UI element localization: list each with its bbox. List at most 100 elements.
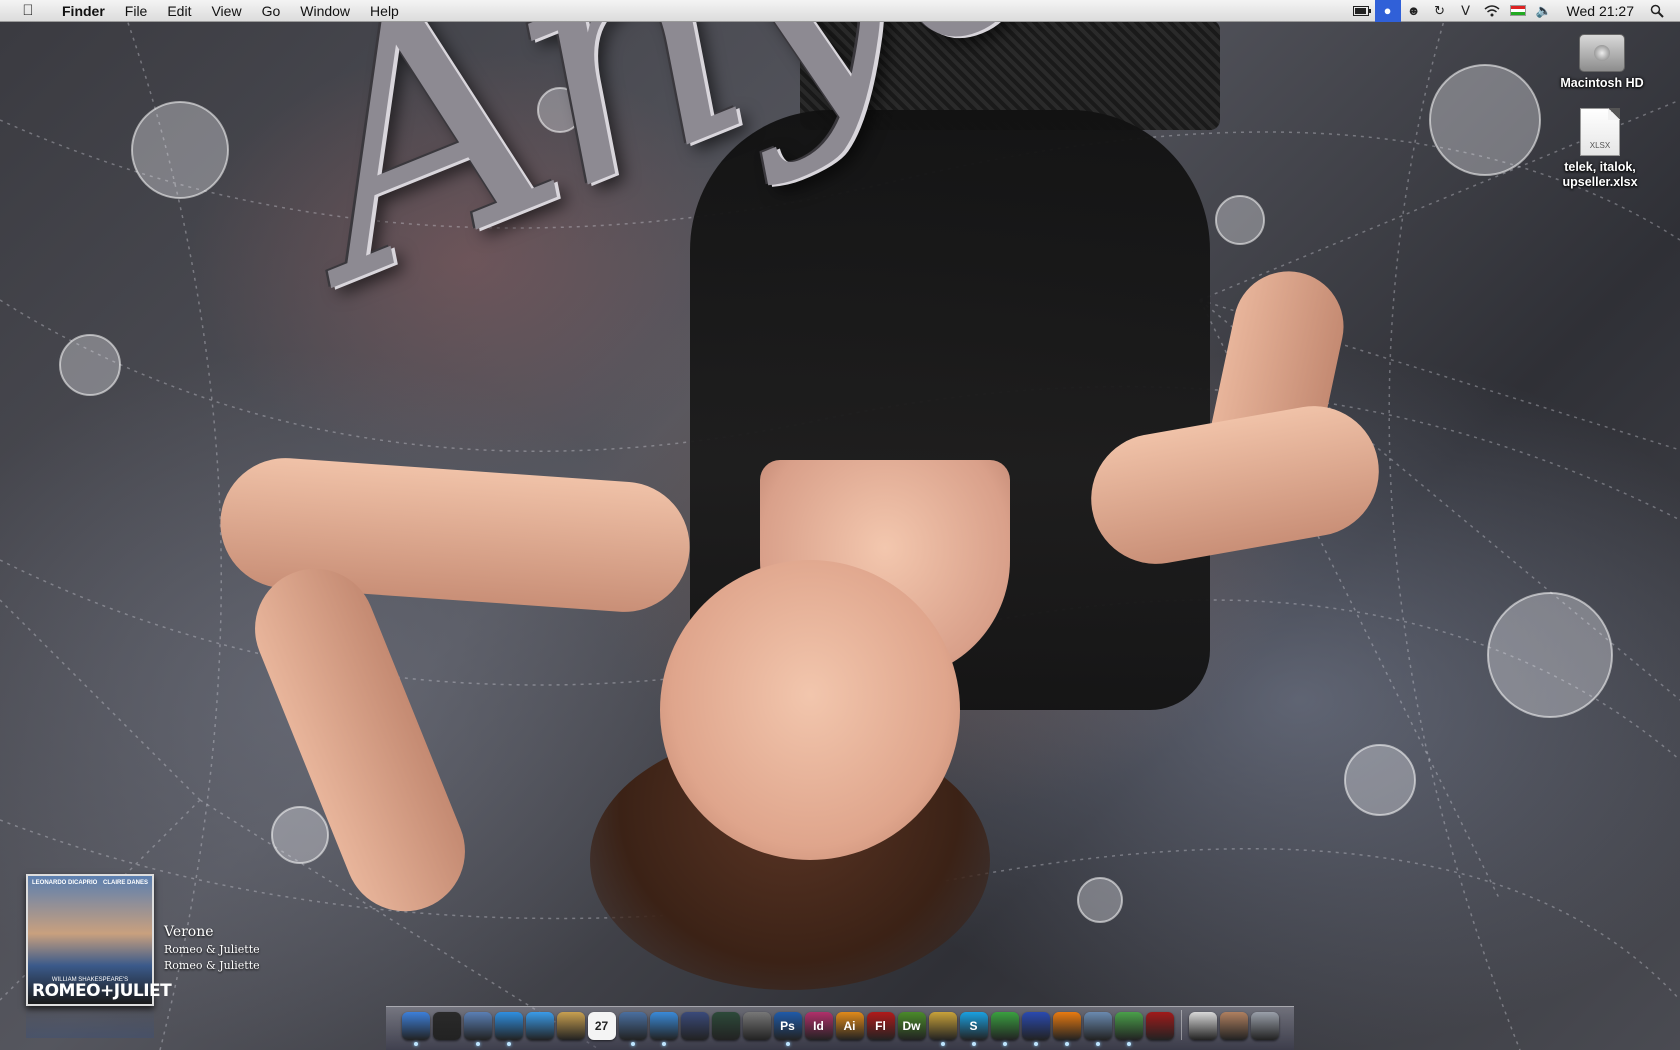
apple-icon[interactable]:  xyxy=(18,2,38,19)
dock-item-time-machine[interactable] xyxy=(711,1012,740,1046)
trash-icon[interactable] xyxy=(1250,1012,1279,1040)
dock-item-safari[interactable] xyxy=(494,1012,523,1046)
dock-item-ichat[interactable] xyxy=(525,1012,554,1046)
dock: 27 Ps Id Ai Fl Dw S xyxy=(386,1006,1294,1050)
alien-icon[interactable]: ☻ xyxy=(1401,0,1427,22)
alien-app-icon[interactable] xyxy=(1114,1012,1143,1040)
dock-item-finder[interactable] xyxy=(401,1012,430,1046)
vlc-icon[interactable] xyxy=(1052,1012,1081,1040)
poster-credit-left: LEONARDO DICAPRIO xyxy=(32,880,98,886)
running-indicator xyxy=(538,1042,542,1046)
spaces-icon[interactable] xyxy=(680,1012,709,1040)
downloads-stack-icon[interactable] xyxy=(1219,1012,1248,1040)
finder-icon[interactable] xyxy=(401,1012,430,1040)
safari-icon[interactable] xyxy=(494,1012,523,1040)
dock-item-documents-stack[interactable] xyxy=(1188,1012,1217,1046)
dock-item-cyberduck[interactable] xyxy=(928,1012,957,1046)
ichat-icon[interactable] xyxy=(525,1012,554,1040)
menu-edit[interactable]: Edit xyxy=(157,0,201,22)
menu-bar:  Finder File Edit View Go Window Help ●… xyxy=(0,0,1680,22)
hard-drive-icon[interactable] xyxy=(1579,34,1625,72)
dock-item-iphoto[interactable] xyxy=(618,1012,647,1046)
running-indicator xyxy=(1263,1042,1267,1046)
dock-item-alien-app[interactable] xyxy=(1114,1012,1143,1046)
menu-view[interactable]: View xyxy=(201,0,251,22)
menu-finder[interactable]: Finder xyxy=(52,0,115,22)
running-indicator xyxy=(817,1042,821,1046)
menu-clock[interactable]: Wed 21:27 xyxy=(1557,3,1644,19)
ical-icon[interactable]: 27 xyxy=(587,1012,616,1040)
dock-item-acrobat[interactable] xyxy=(1145,1012,1174,1046)
wizard-icon[interactable] xyxy=(1021,1012,1050,1040)
running-indicator xyxy=(724,1042,728,1046)
spotlight-app-icon[interactable]: ● xyxy=(1374,0,1401,22)
dock-item-itunes[interactable] xyxy=(649,1012,678,1046)
dock-item-ical[interactable]: 27 xyxy=(587,1012,616,1046)
indesign-icon[interactable]: Id xyxy=(804,1012,833,1040)
running-indicator xyxy=(848,1042,852,1046)
hungarian-flag-icon[interactable] xyxy=(1505,0,1531,22)
wallpaper-figure-face xyxy=(660,560,960,860)
time-machine-icon[interactable]: ↻ xyxy=(1427,0,1453,22)
menu-extras: ● ☻ ↻ ᐯ 🔈 Wed 21:27 xyxy=(1349,0,1680,22)
dock-item-dashboard[interactable] xyxy=(432,1012,461,1046)
bluetooth-icon[interactable]: ᐯ xyxy=(1453,0,1479,22)
mail-icon[interactable] xyxy=(463,1012,492,1040)
itunes-icon[interactable] xyxy=(649,1012,678,1040)
photoshop-icon[interactable]: Ps xyxy=(773,1012,802,1040)
running-indicator xyxy=(569,1042,573,1046)
dreamweaver-icon[interactable]: Dw xyxy=(897,1012,926,1040)
flash-icon[interactable]: Fl xyxy=(866,1012,895,1040)
adium-icon[interactable] xyxy=(990,1012,1019,1040)
track-album: Romeo & Juliette xyxy=(164,959,260,972)
dock-item-preview[interactable] xyxy=(1083,1012,1112,1046)
dock-item-mail[interactable] xyxy=(463,1012,492,1046)
running-indicator xyxy=(506,1042,511,1046)
desktop-icon-xlsx-file[interactable]: XLSX telek, italok, upseller.xlsx xyxy=(1550,108,1650,190)
cyberduck-icon[interactable] xyxy=(928,1012,957,1040)
dock-item-indesign[interactable]: Id xyxy=(804,1012,833,1046)
time-machine-icon[interactable] xyxy=(711,1012,740,1040)
documents-stack-icon[interactable] xyxy=(1188,1012,1217,1040)
address-book-icon[interactable] xyxy=(556,1012,585,1040)
running-indicator xyxy=(1033,1042,1038,1046)
dock-item-adium[interactable] xyxy=(990,1012,1019,1046)
spotlight-search-icon[interactable] xyxy=(1644,0,1670,22)
dock-item-dreamweaver[interactable]: Dw xyxy=(897,1012,926,1046)
poster-credit-right: CLAIRE DANES xyxy=(102,880,148,886)
dock-item-flash[interactable]: Fl xyxy=(866,1012,895,1046)
running-indicator xyxy=(1126,1042,1131,1046)
system-preferences-icon[interactable] xyxy=(742,1012,771,1040)
battery-icon[interactable] xyxy=(1349,0,1375,22)
skype-icon[interactable]: S xyxy=(959,1012,988,1040)
volume-icon[interactable]: 🔈 xyxy=(1531,0,1557,22)
now-playing-info: Verone Romeo & Juliette Romeo & Juliette xyxy=(164,924,260,972)
menu-go[interactable]: Go xyxy=(252,0,291,22)
dock-item-skype[interactable]: S xyxy=(959,1012,988,1046)
running-indicator xyxy=(1201,1042,1205,1046)
dock-item-photoshop[interactable]: Ps xyxy=(773,1012,802,1046)
preview-icon[interactable] xyxy=(1083,1012,1112,1040)
illustrator-icon[interactable]: Ai xyxy=(835,1012,864,1040)
wifi-icon[interactable] xyxy=(1479,0,1505,22)
dashboard-icon[interactable] xyxy=(432,1012,461,1040)
desktop-icon-macintosh-hd[interactable]: Macintosh HD xyxy=(1552,30,1652,91)
dock-item-address-book[interactable] xyxy=(556,1012,585,1046)
dock-item-vlc[interactable] xyxy=(1052,1012,1081,1046)
dock-item-illustrator[interactable]: Ai xyxy=(835,1012,864,1046)
running-indicator xyxy=(630,1042,635,1046)
dock-item-system-preferences[interactable] xyxy=(742,1012,771,1046)
running-indicator xyxy=(475,1042,480,1046)
menu-help[interactable]: Help xyxy=(360,0,409,22)
dock-item-wizard[interactable] xyxy=(1021,1012,1050,1046)
xlsx-document-icon[interactable]: XLSX xyxy=(1580,108,1620,156)
dock-item-spaces[interactable] xyxy=(680,1012,709,1046)
dock-item-downloads-stack[interactable] xyxy=(1219,1012,1248,1046)
menu-window[interactable]: Window xyxy=(290,0,360,22)
acrobat-icon[interactable] xyxy=(1145,1012,1174,1040)
menu-file[interactable]: File xyxy=(115,0,158,22)
dock-item-trash[interactable] xyxy=(1250,1012,1279,1046)
album-artwork[interactable]: LEONARDO DICAPRIO CLAIRE DANES WILLIAM S… xyxy=(26,874,172,1006)
iphoto-icon[interactable] xyxy=(618,1012,647,1040)
running-indicator xyxy=(1095,1042,1100,1046)
